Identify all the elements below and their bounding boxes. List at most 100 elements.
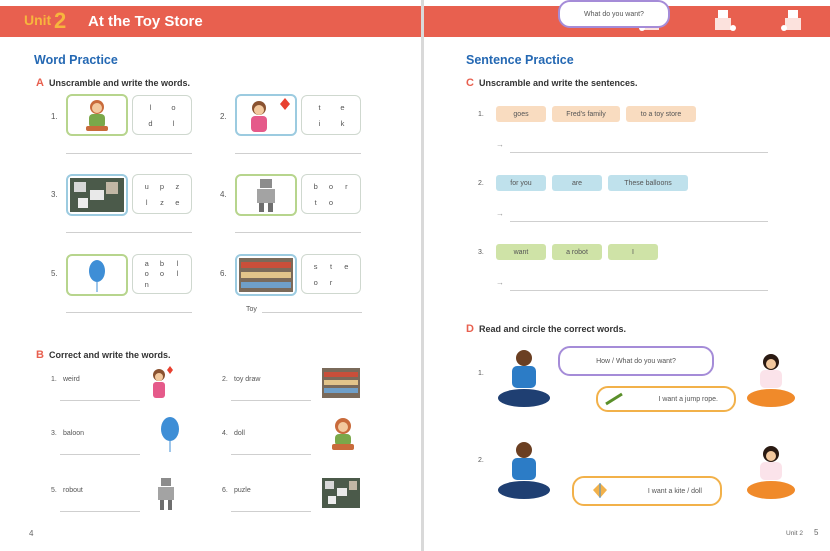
item-a3-letters: upzlze bbox=[132, 174, 192, 214]
instruction-d: D Read and circle the correct words. bbox=[466, 323, 626, 335]
answer-line[interactable] bbox=[60, 400, 140, 401]
unit-number: 2 bbox=[54, 8, 67, 33]
instruction-b-letter: B bbox=[36, 349, 44, 361]
instruction-d-letter: D bbox=[466, 323, 474, 335]
item-a6-letters: s t e o r bbox=[301, 254, 361, 294]
answer-line[interactable] bbox=[231, 511, 311, 512]
answer-line[interactable] bbox=[231, 454, 311, 455]
instruction-a-letter: A bbox=[36, 77, 44, 89]
item-c1-number: 1. bbox=[478, 111, 484, 118]
answer-line[interactable] bbox=[262, 312, 362, 313]
answer-arrow: → bbox=[496, 278, 504, 287]
letter: r bbox=[345, 181, 348, 191]
item-d1-number: 1. bbox=[478, 370, 484, 377]
girl-kite-icon bbox=[251, 98, 290, 132]
letter: t bbox=[329, 261, 333, 271]
item-a3-picture bbox=[66, 174, 128, 216]
answer-line[interactable] bbox=[510, 221, 768, 222]
item-a5-letters: ab l oo l n bbox=[132, 254, 192, 294]
word-chip[interactable]: to a toy store bbox=[626, 106, 696, 122]
word-chip[interactable]: These balloons bbox=[608, 175, 688, 191]
word-chip[interactable]: I bbox=[608, 244, 658, 260]
puzzle-icon bbox=[322, 478, 360, 508]
item-c2-number: 2. bbox=[478, 180, 484, 187]
instruction-a-text: Unscramble and write the words. bbox=[48, 78, 190, 88]
item-b1-number: 1. bbox=[51, 376, 57, 383]
answer-line[interactable] bbox=[510, 290, 768, 291]
answer-line[interactable] bbox=[510, 152, 768, 153]
item-a4-letters: bo r t o bbox=[301, 174, 361, 214]
answer-line[interactable] bbox=[235, 232, 361, 233]
letter: b bbox=[313, 181, 318, 191]
letter: t bbox=[314, 197, 317, 207]
footer-unit-label: Unit 2 bbox=[786, 530, 803, 537]
word-chip[interactable]: are bbox=[552, 175, 602, 191]
girl-kite-icon bbox=[153, 366, 173, 398]
doll-icon bbox=[332, 418, 354, 450]
item-c3-number: 3. bbox=[478, 249, 484, 256]
letter: l bbox=[145, 197, 148, 207]
word-chip[interactable]: a robot bbox=[552, 244, 602, 260]
word-chip[interactable]: Fred's family bbox=[552, 106, 620, 122]
question-bubble[interactable]: How / What do you want? bbox=[558, 346, 714, 376]
page-number-left: 4 bbox=[29, 529, 34, 538]
letter: e bbox=[175, 197, 180, 207]
item-d2-number: 2. bbox=[478, 457, 484, 464]
girl-icon bbox=[747, 446, 795, 499]
answer-line[interactable] bbox=[66, 153, 192, 154]
item-a4-number: 4. bbox=[220, 190, 227, 199]
letter: n bbox=[144, 280, 149, 290]
letter: o bbox=[159, 269, 165, 279]
answer-line[interactable] bbox=[235, 153, 361, 154]
item-a1-picture bbox=[66, 94, 128, 136]
answer-line[interactable] bbox=[60, 454, 140, 455]
boy-icon bbox=[498, 350, 550, 407]
letter: k bbox=[340, 118, 345, 128]
letter: e bbox=[344, 261, 349, 271]
question-bubble[interactable]: What do you want? bbox=[558, 0, 670, 28]
answer-line[interactable] bbox=[60, 511, 140, 512]
letter: o bbox=[328, 181, 334, 191]
letter: s bbox=[313, 261, 318, 271]
letter: p bbox=[159, 181, 165, 191]
instruction-c-letter: C bbox=[466, 77, 474, 89]
unit-label: Unit bbox=[24, 12, 52, 28]
answer-line[interactable] bbox=[66, 312, 192, 313]
item-a5-number: 5. bbox=[51, 269, 58, 278]
kite-icon bbox=[593, 483, 607, 498]
letter: z bbox=[175, 181, 180, 191]
answer-line[interactable] bbox=[66, 232, 192, 233]
right-page: Sentence Practice C Unscramble and write … bbox=[424, 0, 830, 551]
item-a6-number: 6. bbox=[220, 269, 227, 278]
letter: b bbox=[159, 258, 165, 268]
letter: i bbox=[318, 118, 321, 128]
item-a2-picture bbox=[235, 94, 297, 136]
item-a5-picture bbox=[66, 254, 128, 296]
letter: r bbox=[329, 277, 333, 287]
word-chip[interactable]: goes bbox=[496, 106, 546, 122]
item-b2-number: 2. bbox=[222, 376, 228, 383]
item-b3-word: baloon bbox=[63, 430, 85, 437]
item-a6-picture bbox=[235, 254, 297, 296]
word-chip[interactable]: want bbox=[496, 244, 546, 260]
item-b5-number: 5. bbox=[51, 487, 57, 494]
instruction-c-text: Unscramble and write the sentences. bbox=[478, 78, 638, 88]
toy-decoration-icon bbox=[715, 10, 736, 31]
puzzle-icon bbox=[70, 178, 124, 212]
toy-prefix: Toy bbox=[246, 306, 257, 313]
letter: a bbox=[144, 258, 149, 268]
word-chip[interactable]: for you bbox=[496, 175, 546, 191]
store-icon bbox=[239, 258, 293, 292]
letter: u bbox=[144, 181, 149, 191]
instruction-d-text: Read and circle the correct words. bbox=[478, 324, 627, 334]
letter: o bbox=[171, 102, 176, 112]
letter: l bbox=[172, 118, 175, 128]
balloon-icon bbox=[161, 417, 179, 452]
balloon-icon bbox=[89, 260, 105, 292]
letter: l bbox=[176, 269, 179, 279]
section-title-word-practice: Word Practice bbox=[34, 53, 118, 67]
boy-icon bbox=[498, 442, 550, 499]
answer-line[interactable] bbox=[231, 400, 311, 401]
robot-icon bbox=[158, 478, 174, 510]
letter: o bbox=[328, 197, 334, 207]
